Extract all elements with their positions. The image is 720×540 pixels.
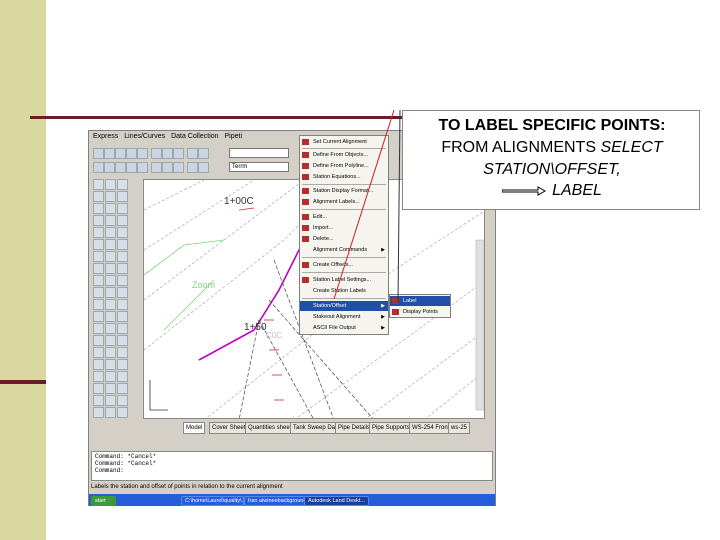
callout-line-2-main: FROM ALIGNMENTS bbox=[441, 139, 601, 156]
callout-line-2: FROM ALIGNMENTS SELECT bbox=[403, 139, 701, 157]
callout-label-word: LABEL bbox=[552, 182, 602, 199]
arrow-right-icon bbox=[501, 185, 547, 196]
callout-line-1: TO LABEL SPECIFIC POINTS: bbox=[438, 117, 666, 134]
pointer-line-red bbox=[333, 109, 395, 300]
callout-line-3: STATION\OFFSET, bbox=[483, 161, 621, 178]
callout-line-2-select: SELECT bbox=[600, 139, 663, 156]
pointer-lines bbox=[333, 109, 401, 304]
instruction-callout: TO LABEL SPECIFIC POINTS: FROM ALIGNMENT… bbox=[402, 110, 700, 210]
pointer-line-black bbox=[397, 109, 401, 304]
callout-line-4: LABEL bbox=[403, 182, 701, 200]
